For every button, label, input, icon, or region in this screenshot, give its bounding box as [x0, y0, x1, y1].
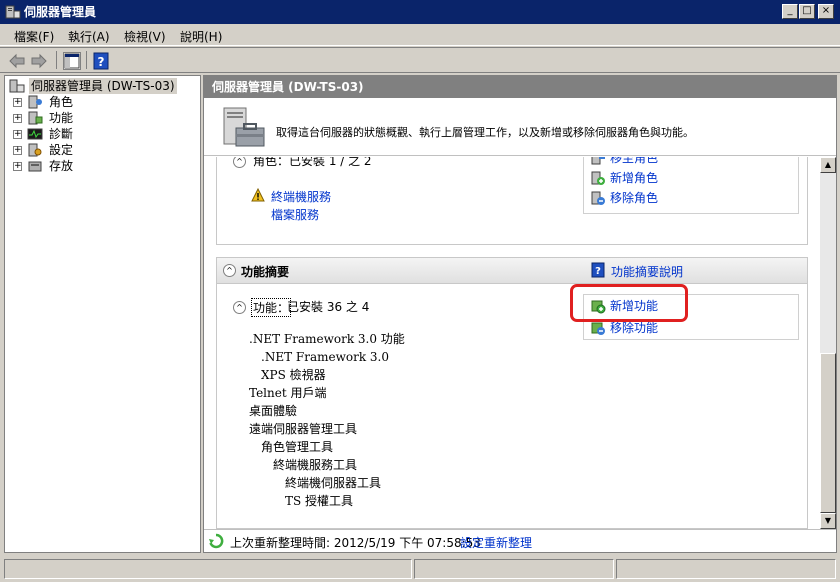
features-icon — [27, 111, 43, 125]
status-panel-3 — [616, 559, 836, 579]
tree-item-label: 角色 — [49, 95, 74, 109]
tree-item-label: 存放 — [49, 159, 74, 173]
menu-bar: 檔案(F) 執行(A) 檢視(V) 說明(H) — [0, 24, 840, 46]
roles-summary-section: ^ 角色：已安裝 1 / 之 2 終端機服務 檔案服務 移至角色 新增角色 移除… — [216, 157, 808, 245]
toolbar: ? — [0, 47, 840, 73]
menu-file[interactable]: 檔案(F) — [14, 28, 54, 45]
svg-text:?: ? — [595, 266, 601, 277]
warning-icon — [251, 187, 265, 202]
feature-list-item: 終端機服務工具 — [273, 458, 358, 472]
banner-description: 取得這台伺服器的狀態概觀、執行上層管理工作，以及新增或移除伺服器角色與功能。 — [276, 126, 694, 139]
remove-roles-link[interactable]: 移除角色 — [610, 189, 658, 207]
menu-help[interactable]: 說明(H) — [180, 28, 222, 45]
server-manager-icon — [9, 79, 25, 93]
roles-tasks-panel: 移至角色 新增角色 移除角色 — [583, 157, 799, 214]
scroll-thumb[interactable] — [820, 353, 836, 513]
expand-icon[interactable]: + — [13, 162, 22, 171]
close-button[interactable]: × — [818, 4, 834, 19]
terminal-services-link[interactable]: 終端機服務 — [271, 188, 331, 205]
collapse-features-icon[interactable]: ^ — [233, 301, 246, 314]
diagnostics-icon — [27, 127, 43, 141]
tree-item-label: 功能 — [49, 111, 74, 125]
feature-list-item: 角色管理工具 — [261, 440, 334, 454]
feature-list-item: Telnet 用戶端 — [249, 386, 327, 400]
console-tree: 伺服器管理員 (DW-TS-03) + 角色 + 功能 + 診斷 + 設定 + — [4, 75, 201, 553]
refresh-icon — [208, 533, 224, 549]
expand-icon[interactable]: + — [13, 146, 22, 155]
feature-list-item: 桌面體驗 — [249, 404, 298, 418]
maximize-button[interactable]: □ — [799, 4, 815, 19]
add-roles-icon — [590, 170, 606, 186]
roles-count-heading: 角色：已安裝 1 / 之 2 — [253, 157, 372, 168]
storage-icon — [27, 159, 43, 173]
window-title: 伺服器管理員 — [24, 5, 97, 19]
scroll-up-icon[interactable]: ▲ — [820, 157, 836, 173]
tree-root-label: 伺服器管理員 (DW-TS-03) — [29, 78, 177, 94]
details-scroll-area: ^ 角色：已安裝 1 / 之 2 終端機服務 檔案服務 移至角色 新增角色 移除… — [204, 157, 820, 529]
vertical-scrollbar[interactable]: ▲ ▼ — [820, 157, 836, 529]
server-toolbox-icon — [218, 106, 268, 152]
show-hide-console-tree-icon[interactable] — [63, 52, 81, 70]
configuration-icon — [27, 143, 43, 157]
status-panel-2 — [414, 559, 614, 579]
tree-item-label: 診斷 — [49, 127, 74, 141]
scroll-down-icon[interactable]: ▼ — [820, 513, 836, 529]
tree-item-label: 設定 — [49, 143, 74, 157]
feature-list-item: TS 授權工具 — [285, 494, 354, 508]
last-refresh-text: 上次重新整理時間: 2012/5/19 下午 07:58:53 — [230, 536, 481, 550]
remove-roles-icon — [590, 190, 606, 206]
goto-roles-link[interactable]: 移至角色 — [610, 157, 658, 167]
status-bar — [0, 556, 840, 582]
forward-arrow-icon[interactable] — [30, 52, 48, 70]
help-icon: ? — [591, 262, 605, 278]
remove-features-icon — [590, 320, 606, 336]
toolbar-separator — [86, 51, 87, 69]
title-bar: 伺服器管理員 _ □ × — [0, 0, 840, 24]
configure-refresh-link[interactable]: 設定重新整理 — [460, 534, 532, 551]
back-arrow-icon[interactable] — [8, 52, 26, 70]
file-services-link[interactable]: 檔案服務 — [271, 206, 319, 223]
svg-text:?: ? — [98, 55, 105, 69]
features-installed-count: 已安裝 36 之 4 — [287, 300, 370, 314]
details-header: 伺服器管理員 (DW-TS-03) — [204, 76, 836, 98]
features-summary-help-link[interactable]: 功能摘要說明 — [611, 263, 683, 280]
feature-list-item: XPS 檢視器 — [261, 368, 326, 382]
features-section-title: 功能摘要 — [241, 265, 290, 279]
features-label: 功能： — [251, 298, 292, 317]
roles-icon — [27, 95, 43, 109]
goto-roles-icon — [590, 157, 606, 166]
server-manager-app-icon — [5, 4, 21, 20]
minimize-button[interactable]: _ — [782, 4, 798, 19]
refresh-footer: 上次重新整理時間: 2012/5/19 下午 07:58:53 設定重新整理 — [204, 529, 836, 552]
collapse-roles-icon[interactable]: ^ — [233, 157, 246, 168]
features-summary-section: ^ 功能摘要 ? 功能摘要說明 ^ 功能： 已安裝 36 之 4 新增功能 移除… — [216, 257, 808, 529]
feature-list-item: .NET Framework 3.0 功能 — [249, 332, 405, 346]
expand-icon[interactable]: + — [13, 98, 22, 107]
feature-list-item: 終端機伺服器工具 — [285, 476, 382, 490]
menu-action[interactable]: 執行(A) — [68, 28, 110, 45]
menu-view[interactable]: 檢視(V) — [124, 28, 166, 45]
collapse-features-section-icon[interactable]: ^ — [223, 264, 236, 277]
add-roles-link[interactable]: 新增角色 — [610, 169, 658, 187]
details-pane: 伺服器管理員 (DW-TS-03) 取得這台伺服器的狀態概觀、執行上層管理工作，… — [203, 75, 837, 553]
toolbar-separator — [56, 51, 57, 69]
highlight-annotation — [570, 284, 688, 322]
summary-banner: 取得這台伺服器的狀態概觀、執行上層管理工作，以及新增或移除伺服器角色與功能。 — [204, 98, 836, 156]
expand-icon[interactable]: + — [13, 114, 22, 123]
feature-list-item: .NET Framework 3.0 — [261, 350, 389, 364]
expand-icon[interactable]: + — [13, 130, 22, 139]
features-section-header: ^ 功能摘要 ? 功能摘要說明 — [217, 258, 807, 284]
help-icon[interactable]: ? — [93, 52, 111, 70]
feature-list-item: 遠端伺服器管理工具 — [249, 422, 358, 436]
status-panel-main — [4, 559, 412, 579]
